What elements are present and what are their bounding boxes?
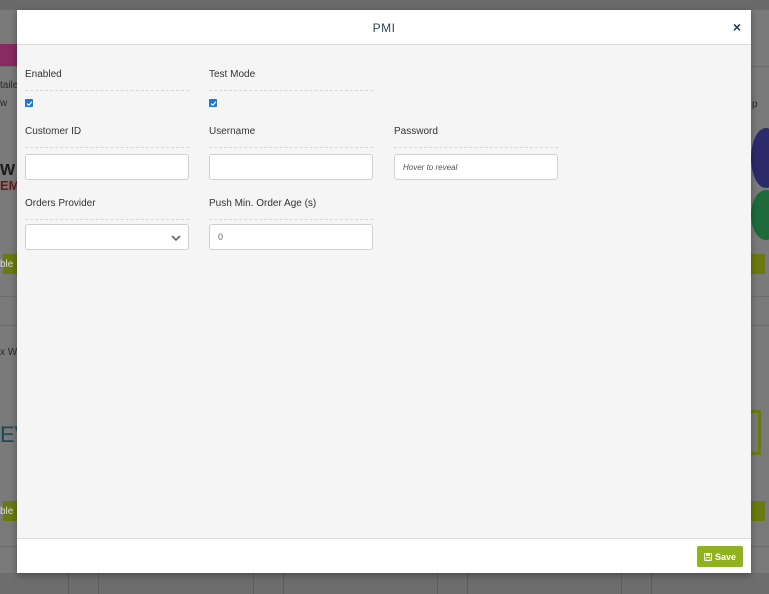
background-graphic	[751, 410, 761, 455]
save-label: Save	[714, 551, 737, 562]
checkmark-icon	[210, 100, 216, 106]
checkmark-icon	[26, 100, 32, 106]
test-mode-field: Test Mode	[209, 69, 373, 91]
background-text: taile	[0, 80, 19, 91]
background-text: ble	[0, 259, 14, 270]
background-graphic	[751, 128, 769, 188]
orders-provider-field: Orders Provider	[25, 198, 189, 220]
push-min-order-age-label: Push Min. Order Age (s)	[209, 198, 317, 209]
save-button[interactable]: Save	[697, 546, 743, 567]
username-label: Username	[209, 126, 256, 137]
modal-footer: Save	[17, 538, 751, 573]
close-icon: ×	[732, 19, 741, 35]
chevron-down-icon	[171, 235, 181, 242]
background-footer	[0, 573, 769, 594]
push-min-order-age-input[interactable]: 0	[209, 224, 373, 250]
background-graphic	[751, 190, 769, 240]
customer-id-field: Customer ID	[25, 126, 189, 148]
field-divider	[25, 219, 189, 220]
password-field: Password	[394, 126, 558, 148]
password-label: Password	[394, 126, 438, 137]
background-button	[751, 254, 765, 274]
push-min-order-age-field: Push Min. Order Age (s)	[209, 198, 373, 220]
background-text: p	[752, 99, 758, 110]
customer-id-input[interactable]	[25, 154, 189, 180]
customer-id-label: Customer ID	[25, 126, 82, 137]
field-divider	[25, 90, 189, 91]
background-text: ble	[0, 506, 14, 517]
enabled-field: Enabled	[25, 69, 189, 91]
floppy-disk-icon	[703, 552, 712, 561]
modal-header: PMI ×	[17, 10, 751, 45]
background-button	[751, 501, 765, 521]
username-input[interactable]	[209, 154, 373, 180]
field-divider	[209, 219, 373, 220]
enabled-label: Enabled	[25, 69, 62, 80]
password-input[interactable]: Hover to reveal	[394, 154, 558, 180]
test-mode-label: Test Mode	[209, 69, 256, 80]
test-mode-checkbox[interactable]	[209, 99, 217, 107]
username-field: Username	[209, 126, 373, 148]
background-tab	[0, 44, 17, 66]
modal-title: PMI	[372, 21, 396, 35]
field-divider	[209, 147, 373, 148]
field-divider	[209, 90, 373, 91]
background-topbar	[0, 0, 769, 10]
field-divider	[25, 147, 189, 148]
orders-provider-select[interactable]	[25, 224, 189, 250]
pmi-settings-modal: PMI × Enabled Test Mode Customer ID User…	[17, 10, 751, 573]
orders-provider-label: Orders Provider	[25, 198, 96, 209]
enabled-checkbox[interactable]	[25, 99, 33, 107]
background-text: w	[0, 98, 8, 109]
field-divider	[394, 147, 558, 148]
close-button[interactable]: ×	[733, 19, 741, 35]
